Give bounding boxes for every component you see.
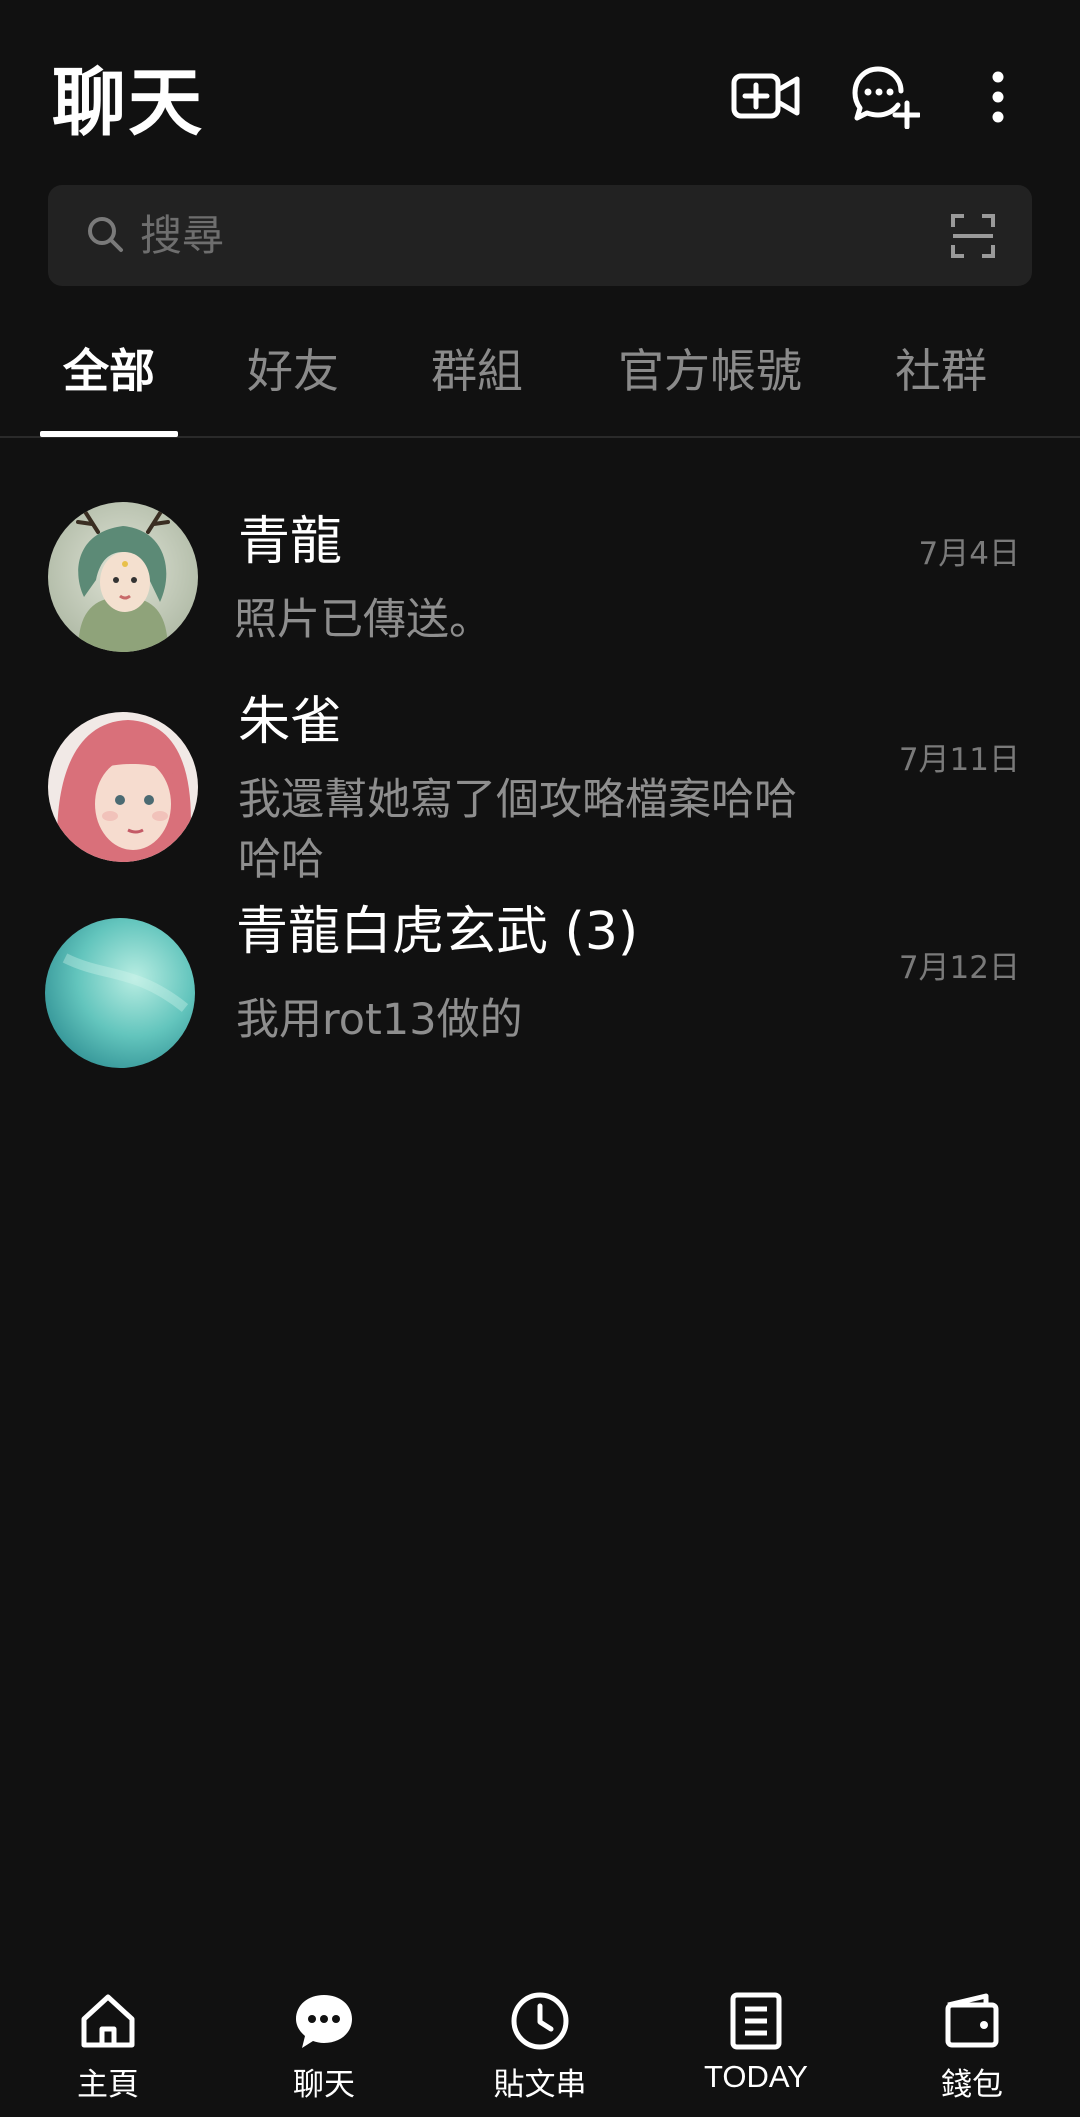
- avatar: [48, 502, 198, 652]
- nav-label: 主頁: [77, 2067, 139, 2102]
- chat-list-item[interactable]: 朱雀 我還幫她寫了個攻略檔案哈哈哈哈 7月11日: [0, 690, 1080, 890]
- chat-preview: 照片已傳送。: [234, 595, 492, 645]
- chat-preview: 我用rot13做的: [236, 995, 523, 1045]
- video-call-button[interactable]: [726, 62, 806, 132]
- chat-date: 7月12日: [898, 950, 1020, 986]
- chat-list-item[interactable]: 青龍白虎玄武 (3) 我用rot13做的 7月12日: [0, 900, 1080, 1080]
- qr-scan-icon[interactable]: [950, 213, 996, 259]
- clock-icon: [511, 1992, 569, 2050]
- avatar: [48, 712, 198, 862]
- nav-label: 貼文串: [493, 2067, 587, 2102]
- wallet-icon: [945, 1993, 999, 2048]
- nav-item-home[interactable]: 主頁: [0, 1975, 216, 2117]
- page-title: 聊天: [52, 60, 204, 146]
- tab-friends[interactable]: 好友: [224, 300, 362, 436]
- chat-plus-icon: [852, 66, 920, 129]
- chat-name: 青龍白虎玄武 (3): [236, 902, 639, 962]
- active-tab-indicator: [40, 431, 178, 437]
- chat-name: 青龍: [238, 512, 343, 572]
- new-chat-button[interactable]: [846, 62, 926, 132]
- chat-filter-tabs: 全部 好友 群組 官方帳號 社群: [0, 300, 1080, 438]
- chat-bubble-icon: [296, 1995, 352, 2048]
- search-icon: [88, 217, 123, 252]
- avatar: [45, 918, 195, 1068]
- chat-preview: 我還幫她寫了個攻略檔案哈哈哈哈: [238, 775, 797, 885]
- nav-label: TODAY: [704, 2059, 808, 2094]
- nav-item-timeline[interactable]: 貼文串: [432, 1975, 648, 2117]
- tab-communities[interactable]: 社群: [872, 300, 1010, 436]
- video-camera-plus-icon: [731, 73, 800, 119]
- search-input[interactable]: [132, 185, 920, 286]
- tab-official-accounts[interactable]: 官方帳號: [592, 300, 828, 436]
- nav-item-wallet[interactable]: 錢包: [864, 1975, 1080, 2117]
- chat-list-item[interactable]: 青龍 照片已傳送。 7月4日: [0, 480, 1080, 660]
- nav-item-today[interactable]: TODAY: [648, 1975, 864, 2117]
- tab-groups[interactable]: 群組: [408, 300, 546, 436]
- nav-label: 錢包: [941, 2067, 1003, 2102]
- search-bar: [48, 185, 1032, 286]
- chat-date: 7月11日: [898, 742, 1020, 778]
- news-icon: [730, 1992, 782, 2050]
- nav-label: 聊天: [293, 2067, 355, 2102]
- bottom-navigation: 主頁 聊天 貼文串 TODAY 錢包: [0, 1975, 1080, 2117]
- app-header: 聊天: [0, 0, 1080, 185]
- tab-all[interactable]: 全部: [40, 300, 178, 436]
- more-vertical-icon: [992, 71, 1004, 123]
- home-icon: [81, 1994, 135, 2048]
- chat-name: 朱雀: [238, 692, 343, 752]
- chat-date: 7月4日: [918, 536, 1020, 572]
- more-options-button[interactable]: [958, 62, 1038, 132]
- nav-item-chats[interactable]: 聊天: [216, 1975, 432, 2117]
